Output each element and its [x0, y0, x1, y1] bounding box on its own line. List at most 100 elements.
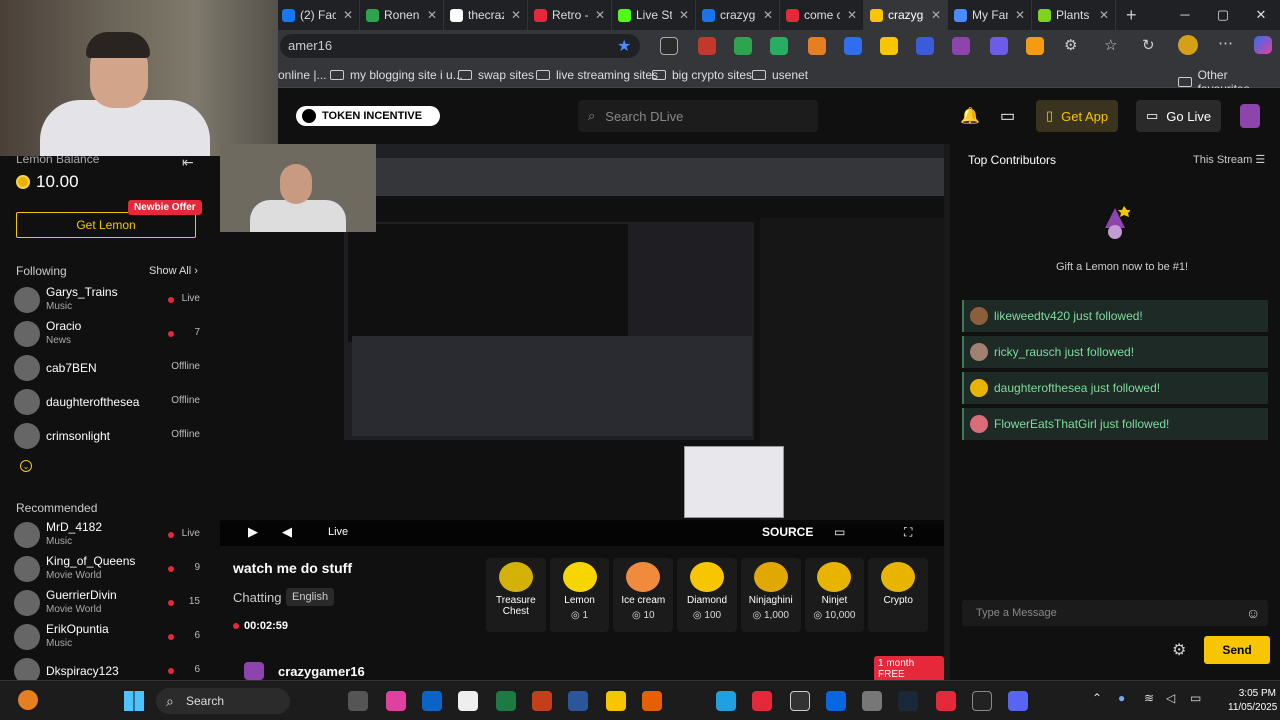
- go-live-button[interactable]: ▭ Go Live: [1136, 100, 1222, 132]
- word-icon[interactable]: [568, 691, 588, 711]
- collapse-sidebar-icon[interactable]: ⇤: [182, 154, 194, 171]
- site-logo[interactable]: TOKEN INCENTIVE: [296, 106, 440, 126]
- close-tab-icon[interactable]: ✕: [511, 8, 521, 22]
- sidebar-channel[interactable]: GuerrierDivin Movie World 15: [14, 588, 204, 620]
- explorer-icon[interactable]: [606, 691, 626, 711]
- sidebar-channel[interactable]: Dkspiracy123 6: [14, 656, 204, 680]
- gift-item[interactable]: Diamond ◎ 100: [677, 558, 737, 632]
- gear-icon[interactable]: ⚙: [1172, 640, 1186, 660]
- browser-tab[interactable]: thecraz ✕: [444, 0, 528, 30]
- extension-icon[interactable]: [880, 37, 898, 55]
- steam-icon[interactable]: [898, 691, 918, 711]
- browser-tab[interactable]: (2) Face ✕: [276, 0, 360, 30]
- obs-icon[interactable]: [790, 691, 810, 711]
- browser-tab[interactable]: Live Str ✕: [612, 0, 696, 30]
- extension-icon[interactable]: [770, 37, 788, 55]
- chevron-down-icon[interactable]: ⌄: [20, 460, 32, 472]
- settings-icon[interactable]: [862, 691, 882, 711]
- extension-icon[interactable]: [808, 37, 826, 55]
- gift-item[interactable]: Ninjet ◎ 10,000: [804, 558, 865, 632]
- url-field[interactable]: amer16: [280, 34, 640, 58]
- message-input[interactable]: Type a Message: [962, 600, 1268, 626]
- extension-icon[interactable]: [1026, 37, 1044, 55]
- star-icon[interactable]: ★: [617, 36, 631, 56]
- gift-item[interactable]: Crypto: [868, 558, 929, 632]
- ea-icon[interactable]: [936, 691, 956, 711]
- volume-icon[interactable]: ◀: [282, 524, 292, 540]
- fullscreen-icon[interactable]: ⛶: [904, 525, 912, 540]
- new-tab-button[interactable]: +: [1116, 5, 1147, 26]
- messages-icon[interactable]: ▭: [1000, 106, 1015, 126]
- streamer-avatar[interactable]: [244, 662, 264, 680]
- browser-tab[interactable]: Retro - ✕: [528, 0, 612, 30]
- close-icon[interactable]: ✕: [1242, 0, 1280, 30]
- extension-icon[interactable]: [952, 37, 970, 55]
- bookmark-folder[interactable]: usenet: [752, 68, 808, 82]
- get-lemon-button[interactable]: Get Lemon: [16, 212, 196, 238]
- volume-icon[interactable]: ◁: [1166, 691, 1175, 705]
- sidebar-channel[interactable]: MrD_4182 Music Live: [14, 520, 204, 552]
- minimize-icon[interactable]: ─: [1166, 0, 1204, 30]
- maximize-icon[interactable]: ▢: [1204, 0, 1242, 30]
- sidebar-channel[interactable]: crimsonlight Offline: [14, 421, 204, 453]
- edge-icon[interactable]: [716, 691, 736, 711]
- browser-tab[interactable]: come c ✕: [780, 0, 864, 30]
- notion-icon[interactable]: [458, 691, 478, 711]
- close-tab-icon[interactable]: ✕: [343, 8, 353, 22]
- avatar[interactable]: [1178, 35, 1198, 55]
- gift-item[interactable]: Ice cream ◎ 10: [613, 558, 674, 632]
- emoji-icon[interactable]: ☺: [1246, 605, 1260, 621]
- streamer-name[interactable]: crazygamer16: [278, 664, 365, 679]
- sidebar-channel[interactable]: King_of_Queens Movie World 9: [14, 554, 204, 586]
- favorites-icon[interactable]: ☆: [1104, 36, 1117, 54]
- opera-icon[interactable]: [752, 691, 772, 711]
- notification-icon[interactable]: [18, 690, 38, 710]
- close-tab-icon[interactable]: ✕: [847, 8, 857, 22]
- puzzle-icon[interactable]: ⚙: [1064, 36, 1077, 54]
- close-tab-icon[interactable]: ✕: [1099, 8, 1109, 22]
- firefox-icon[interactable]: [642, 691, 662, 711]
- this-stream-filter[interactable]: This Stream ☰: [1193, 153, 1265, 166]
- close-tab-icon[interactable]: ✕: [427, 8, 437, 22]
- sidebar-channel[interactable]: daughterofthesea Offline: [14, 387, 204, 419]
- bookmark-folder[interactable]: swap sites: [458, 68, 534, 82]
- notification-bell-icon[interactable]: 🔔: [960, 106, 980, 126]
- close-tab-icon[interactable]: ✕: [763, 8, 773, 22]
- meta-icon[interactable]: [826, 691, 846, 711]
- send-button[interactable]: Send: [1204, 636, 1270, 664]
- extension-icon[interactable]: [734, 37, 752, 55]
- sidebar-channel[interactable]: ErikOpuntia Music 6: [14, 622, 204, 654]
- browser-tab[interactable]: My Fan ✕: [948, 0, 1032, 30]
- extension-icon[interactable]: [660, 37, 678, 55]
- gift-item[interactable]: Lemon ◎ 1: [549, 558, 610, 632]
- get-app-button[interactable]: ▯ Get App: [1036, 100, 1119, 132]
- bookmark-folder[interactable]: big crypto sites: [652, 68, 752, 82]
- chatting-category[interactable]: Chatting: [233, 590, 281, 605]
- extension-icon[interactable]: [990, 37, 1008, 55]
- close-tab-icon[interactable]: ✕: [1015, 8, 1025, 22]
- browser-tab[interactable]: Ronen ✕: [360, 0, 444, 30]
- show-all-link[interactable]: Show All ›: [149, 265, 198, 277]
- app-icon[interactable]: [972, 691, 992, 711]
- close-tab-icon[interactable]: ✕: [679, 8, 689, 22]
- outlook-icon[interactable]: [422, 691, 442, 711]
- extension-icon[interactable]: [916, 37, 934, 55]
- quality-source[interactable]: SOURCE: [762, 525, 813, 539]
- powerpoint-icon[interactable]: [532, 691, 552, 711]
- bookmark-folder[interactable]: my blogging site i u...: [330, 68, 463, 82]
- more-icon[interactable]: ⋯: [1218, 34, 1233, 52]
- copilot-icon[interactable]: [386, 691, 406, 711]
- browser-tab[interactable]: crazyga ✕: [864, 0, 948, 30]
- theater-icon[interactable]: ▭: [834, 525, 845, 539]
- start-icon[interactable]: [124, 691, 144, 711]
- wifi-icon[interactable]: ≋: [1144, 691, 1154, 705]
- close-tab-icon[interactable]: ✕: [931, 8, 941, 22]
- close-tab-icon[interactable]: ✕: [595, 8, 605, 22]
- copilot-icon[interactable]: [1254, 36, 1272, 54]
- sidebar-channel[interactable]: cab7BEN Offline: [14, 353, 204, 385]
- mic-icon[interactable]: ●: [1118, 691, 1125, 705]
- browser-tab[interactable]: Plants V ✕: [1032, 0, 1116, 30]
- taskbar-clock[interactable]: 3:05 PM 11/05/2025: [1228, 687, 1277, 715]
- sidebar-channel[interactable]: Garys_Trains Music Live: [14, 285, 204, 317]
- gift-item[interactable]: Treasure Chest: [486, 558, 546, 632]
